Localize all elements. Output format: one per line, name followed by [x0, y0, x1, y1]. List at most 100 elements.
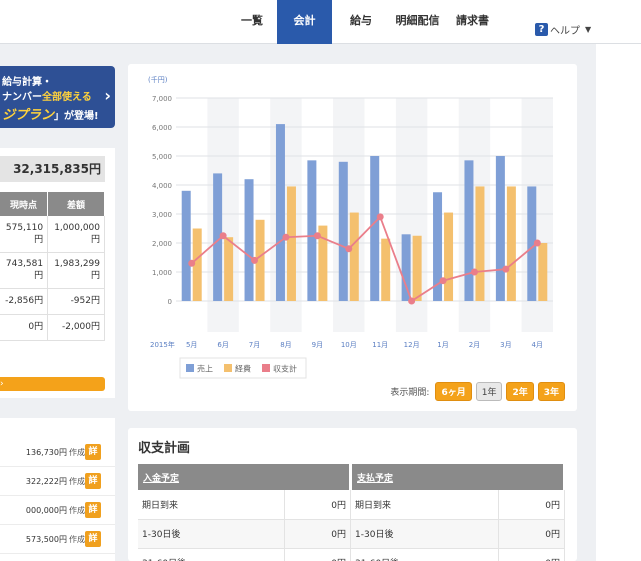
question-icon: ?	[535, 23, 548, 36]
point-balance	[251, 256, 259, 264]
point-balance	[408, 297, 416, 305]
y-tick-label: 6,000	[152, 124, 172, 132]
display-period-label: 表示期間:	[390, 388, 430, 398]
orange-action-bar[interactable]: ›	[0, 377, 105, 391]
expense-schedule-header[interactable]: 支払予定	[350, 464, 566, 490]
period-1-year-button[interactable]: 1年	[475, 382, 503, 401]
table-row: 575,110 円 1,000,000 円	[0, 216, 105, 253]
legend-swatch	[224, 364, 232, 372]
x-tick-label: 12月	[404, 341, 420, 349]
bar-expenses	[224, 237, 234, 301]
y-tick-label: 3,000	[152, 211, 172, 219]
point-balance	[282, 233, 290, 241]
promo-banner[interactable]: 給与計算・ ナンバー全部使える ジプラン」が登場! ›	[0, 66, 115, 128]
nav-tab-list[interactable]: 一覧	[232, 0, 272, 44]
nav-tab-statement-delivery[interactable]: 明細配信	[390, 0, 445, 44]
list-item: 136,730円 作成 詳	[0, 438, 115, 467]
create-link[interactable]: 作成	[69, 534, 85, 545]
help-menu[interactable]: ? ヘルプ ▼	[535, 22, 591, 37]
chart-stripe	[270, 98, 302, 332]
invoice-list-panel: 136,730円 作成 詳 322,222円 作成 詳 000,000円 作成 …	[0, 418, 115, 561]
display-period-selector: 表示期間: 6ヶ月 1年 2年 3年	[390, 382, 565, 401]
income-expense-chart-card: 7,000 6,000 5,000 4,000 3,000 2,000 1,000 0 (千円)…	[128, 64, 577, 411]
chart-stripe	[333, 98, 365, 332]
list-item: 322,222円 作成 詳	[0, 467, 115, 496]
income-expense-chart: 7,000 6,000 5,000 4,000 3,000 2,000 1,000 0 (千円)…	[148, 75, 553, 379]
x-tick-label: 8月	[280, 341, 291, 349]
banner-line-2: ナンバー全部使える	[2, 88, 92, 103]
list-item: 573,500円 作成 詳	[0, 525, 115, 554]
point-balance	[313, 232, 321, 240]
chevron-right-icon: ›	[0, 379, 4, 389]
period-6-months-button[interactable]: 6ヶ月	[435, 382, 472, 401]
nav-tab-invoice[interactable]: 請求書	[450, 0, 495, 44]
bar-expenses	[538, 243, 548, 301]
income-term: 期日到来	[138, 490, 285, 520]
cell-current: -2,856円	[0, 288, 49, 315]
income-amount: 0円	[284, 519, 352, 549]
cell-current: 575,110 円	[0, 216, 49, 253]
table-row: 0円 -2,000円	[0, 314, 105, 341]
x-tick-label: 7月	[249, 341, 260, 349]
col-current: 現時点	[0, 192, 49, 216]
point-balance	[533, 239, 541, 247]
detail-button[interactable]: 詳	[85, 473, 101, 489]
x-tick-label: 2月	[469, 341, 480, 349]
y-tick-label: 2,000	[152, 240, 172, 248]
create-link[interactable]: 作成	[69, 476, 85, 487]
y-tick-label: 0	[168, 298, 172, 306]
cell-difference: 1,000,000 円	[47, 216, 105, 253]
bar-expenses	[286, 186, 296, 301]
legend-swatch	[262, 364, 270, 372]
list-item-amount: 136,730円	[25, 448, 67, 457]
y-tick-label: 1,000	[152, 269, 172, 277]
bar-expenses	[349, 212, 359, 301]
cashflow-plan-card: 収支計画 入金予定 支払予定 期日到来 0円 期日到来 0円 1-30日後 0円…	[128, 428, 577, 561]
point-balance	[345, 245, 353, 253]
x-tick-label: 5月	[186, 341, 197, 349]
chart-stripe	[521, 98, 553, 332]
bar-expenses	[412, 235, 422, 301]
nav-tab-accounting[interactable]: 会計	[277, 0, 332, 44]
expense-term: 31-60日後	[350, 548, 499, 561]
table-row: -2,856円 -952円	[0, 288, 105, 315]
right-edge-panel	[596, 44, 641, 561]
x-tick-label: 1月	[437, 341, 448, 349]
y-tick-label: 5,000	[152, 153, 172, 161]
col-difference: 差額	[47, 192, 105, 216]
help-label: ヘルプ	[550, 26, 580, 37]
chart-stripe	[395, 98, 428, 332]
income-amount: 0円	[284, 548, 352, 561]
expense-term: 1-30日後	[350, 519, 499, 549]
point-balance	[188, 259, 196, 267]
table-row: 期日到来 0円 期日到来 0円	[138, 490, 566, 520]
x-tick-label: 6月	[217, 341, 228, 349]
balance-summary-panel: 32,315,835円 現時点 差額 575,110 円 1,000,000 円…	[0, 148, 115, 398]
create-link[interactable]: 作成	[69, 505, 85, 516]
point-balance	[502, 265, 510, 273]
period-2-years-button[interactable]: 2年	[506, 382, 534, 401]
bar-sales	[370, 156, 380, 301]
create-link[interactable]: 作成	[69, 447, 85, 458]
legend-label: 売上	[197, 364, 213, 374]
cell-difference: -2,000円	[47, 314, 105, 341]
bar-sales	[464, 160, 474, 301]
expense-amount: 0円	[498, 548, 566, 561]
income-schedule-header[interactable]: 入金予定	[138, 464, 353, 490]
y-tick-label: 4,000	[152, 182, 172, 190]
table-row: 743,581 円 1,983,299 円	[0, 252, 105, 289]
top-header: 一覧 会計 給与 明細配信 請求書 ? ヘルプ ▼	[0, 0, 641, 44]
bar-expenses	[444, 212, 454, 301]
detail-button[interactable]: 詳	[85, 444, 101, 460]
period-3-years-button[interactable]: 3年	[537, 382, 565, 401]
nav-tab-payroll[interactable]: 給与	[341, 0, 381, 44]
point-balance	[219, 232, 227, 240]
list-item-amount: 322,222円	[25, 477, 67, 486]
x-tick-label: 3月	[500, 341, 511, 349]
list-item-amount: 000,000円	[25, 506, 67, 515]
bar-sales	[495, 156, 505, 301]
detail-button[interactable]: 詳	[85, 531, 101, 547]
bar-sales	[401, 234, 411, 301]
expense-term: 期日到来	[350, 490, 499, 520]
detail-button[interactable]: 詳	[85, 502, 101, 518]
